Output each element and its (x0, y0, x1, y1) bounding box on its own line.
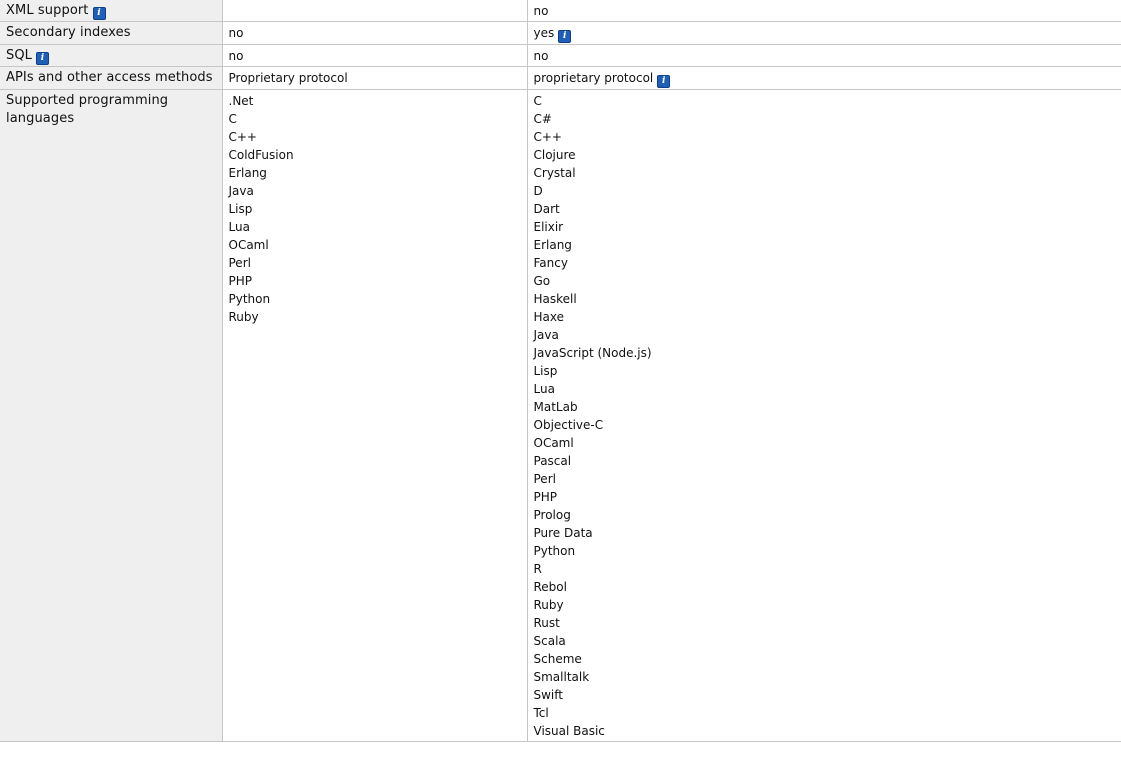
system-b-value-cell: proprietary protocol i (526, 66, 1121, 90)
row-label-cell: XML support i (0, 0, 223, 22)
language-item: Go (533, 274, 551, 288)
language-item: Objective-C (533, 418, 604, 432)
system-b-value: no (526, 44, 1121, 67)
language-item: Python (228, 292, 271, 306)
language-item: Smalltalk (533, 670, 590, 684)
language-item: OCaml (228, 238, 269, 252)
language-item: Haskell (533, 292, 577, 306)
language-item: JavaScript (Node.js) (533, 346, 652, 360)
language-item: Lisp (533, 364, 558, 378)
info-icon[interactable]: i (657, 75, 671, 88)
language-item: Ruby (533, 598, 564, 612)
language-item: Erlang (533, 238, 572, 252)
system-b-value: proprietary protocol (533, 71, 654, 85)
language-item: OCaml (533, 436, 574, 450)
language-item: C (228, 112, 237, 126)
language-item: PHP (228, 274, 253, 288)
language-item: ColdFusion (228, 148, 294, 162)
language-item: C (533, 94, 542, 108)
system-a-value: no (221, 44, 528, 67)
language-item: PHP (533, 490, 558, 504)
language-item: .Net (228, 94, 254, 108)
row-label: XML support (6, 3, 89, 18)
comparison-table: XML support i no Secondary indexes no yes… (0, 0, 1121, 742)
system-b-value: yes (533, 26, 555, 40)
language-item: Python (533, 544, 576, 558)
language-item: Pure Data (533, 526, 593, 540)
language-item: Rebol (533, 580, 567, 594)
language-item: Fancy (533, 256, 568, 270)
row-sql: SQL i no no (0, 44, 1121, 67)
system-a-value: Proprietary protocol (221, 66, 528, 90)
row-xml-support: XML support i no (0, 0, 1121, 22)
system-a-language-list: .Net C C++ ColdFusion Erlang Java Lisp Lua OCaml… (221, 89, 528, 742)
language-item: C++ (533, 130, 563, 144)
language-item: Scala (533, 634, 566, 648)
language-item: Lua (533, 382, 555, 396)
info-icon[interactable]: i (558, 30, 572, 43)
row-apis: APIs and other access methods Proprietar… (0, 66, 1121, 90)
language-item: D (533, 184, 543, 198)
row-secondary-indexes: Secondary indexes no yes i (0, 21, 1121, 45)
row-label: Secondary indexes (0, 21, 223, 45)
language-item: Perl (533, 472, 556, 486)
language-item: Erlang (228, 166, 267, 180)
row-label: APIs and other access methods (0, 66, 223, 90)
language-item: Elixir (533, 220, 564, 234)
language-item: Swift (533, 688, 563, 702)
language-item: Java (228, 184, 254, 198)
language-item: Haxe (533, 310, 565, 324)
row-label-cell: SQL i (0, 44, 223, 67)
system-b-value-cell: yes i (526, 21, 1121, 45)
language-item: Ruby (228, 310, 259, 324)
system-b-value: no (526, 0, 1121, 22)
row-label: SQL (6, 48, 33, 63)
row-languages: Supported programming languages .Net C C++… (0, 89, 1121, 742)
language-item: Lisp (228, 202, 253, 216)
language-item: Tcl (533, 706, 549, 720)
language-item: Crystal (533, 166, 576, 180)
system-b-language-list: C C# C++ Clojure Crystal D Dart Elixir Erlang Fan… (526, 89, 1121, 742)
system-a-value (221, 0, 528, 22)
info-icon[interactable]: i (92, 7, 106, 20)
language-item: Perl (228, 256, 251, 270)
language-item: C# (533, 112, 552, 126)
language-item: Clojure (533, 148, 576, 162)
language-item: Java (533, 328, 559, 342)
info-icon[interactable]: i (36, 52, 50, 65)
row-label: Supported programming languages (0, 89, 223, 742)
language-item: C++ (228, 130, 258, 144)
language-item: Rust (533, 616, 560, 630)
language-item: Scheme (533, 652, 582, 666)
system-a-value: no (221, 21, 528, 45)
language-item: Dart (533, 202, 560, 216)
language-item: Pascal (533, 454, 572, 468)
language-item: Lua (228, 220, 250, 234)
language-item: MatLab (533, 400, 578, 414)
language-item: Visual Basic (533, 724, 605, 738)
language-item: Prolog (533, 508, 571, 522)
language-item: R (533, 562, 542, 576)
